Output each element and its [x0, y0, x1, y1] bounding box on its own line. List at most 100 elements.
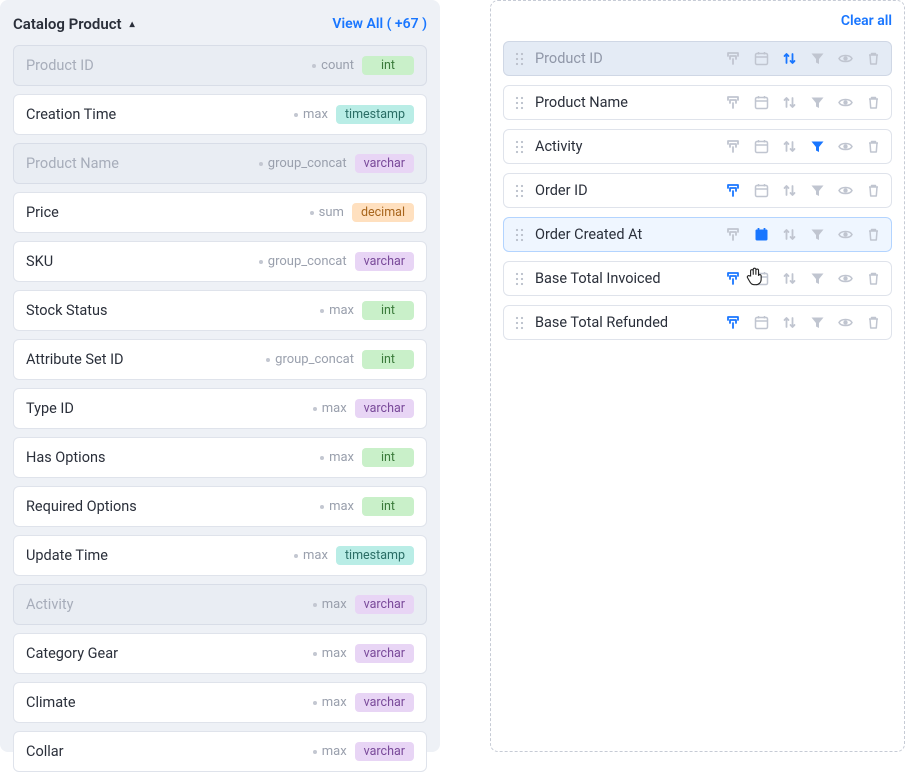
panel-title[interactable]: Catalog Product ▴ — [13, 15, 135, 33]
aggregate-icon[interactable] — [725, 315, 741, 331]
visibility-icon[interactable] — [837, 139, 853, 155]
delete-icon[interactable] — [865, 227, 881, 243]
view-all-link[interactable]: View All ( +67 ) — [332, 16, 427, 32]
calendar-icon[interactable] — [753, 95, 769, 111]
field-name: Climate — [26, 694, 313, 711]
filter-icon[interactable] — [809, 271, 825, 287]
aggregation-label: max — [313, 646, 347, 661]
calendar-icon[interactable] — [753, 227, 769, 243]
sort-icon[interactable] — [781, 51, 797, 67]
aggregate-icon[interactable] — [725, 51, 741, 67]
filter-icon[interactable] — [809, 183, 825, 199]
panel-title-text: Catalog Product — [13, 15, 122, 33]
drag-handle-icon[interactable] — [514, 96, 525, 110]
field-row[interactable]: Type IDmaxvarchar — [13, 388, 427, 429]
type-badge: int — [362, 301, 414, 320]
calendar-icon[interactable] — [753, 51, 769, 67]
selected-row[interactable]: Base Total Invoiced — [503, 261, 892, 296]
aggregate-icon[interactable] — [725, 227, 741, 243]
field-name: Attribute Set ID — [26, 351, 266, 368]
selected-row[interactable]: Base Total Refunded — [503, 305, 892, 340]
sort-icon[interactable] — [781, 95, 797, 111]
calendar-icon[interactable] — [753, 271, 769, 287]
aggregate-icon[interactable] — [725, 183, 741, 199]
field-row[interactable]: Category Gearmaxvarchar — [13, 633, 427, 674]
drag-handle-icon[interactable] — [514, 184, 525, 198]
visibility-icon[interactable] — [837, 227, 853, 243]
visibility-icon[interactable] — [837, 95, 853, 111]
selected-row[interactable]: Order ID — [503, 173, 892, 208]
aggregate-icon[interactable] — [725, 139, 741, 155]
delete-icon[interactable] — [865, 95, 881, 111]
calendar-icon[interactable] — [753, 315, 769, 331]
type-badge: int — [362, 350, 414, 369]
filter-icon[interactable] — [809, 51, 825, 67]
aggregation-label: max — [320, 450, 354, 465]
drag-handle-icon[interactable] — [514, 316, 525, 330]
drag-handle-icon[interactable] — [514, 140, 525, 154]
delete-icon[interactable] — [865, 51, 881, 67]
visibility-icon[interactable] — [837, 315, 853, 331]
clear-all-link[interactable]: Clear all — [841, 13, 892, 29]
selected-field-name: Activity — [535, 138, 715, 155]
sort-icon[interactable] — [781, 183, 797, 199]
field-row[interactable]: Climatemaxvarchar — [13, 682, 427, 723]
type-badge: int — [362, 448, 414, 467]
drag-handle-icon[interactable] — [514, 272, 525, 286]
field-row[interactable]: Has Optionsmaxint — [13, 437, 427, 478]
type-badge: varchar — [355, 595, 414, 614]
visibility-icon[interactable] — [837, 183, 853, 199]
field-row[interactable]: Required Optionsmaxint — [13, 486, 427, 527]
field-name: Price — [26, 204, 310, 221]
field-row[interactable]: Stock Statusmaxint — [13, 290, 427, 331]
delete-icon[interactable] — [865, 183, 881, 199]
sort-icon[interactable] — [781, 315, 797, 331]
field-name: Type ID — [26, 400, 313, 417]
field-row[interactable]: Activitymaxvarchar — [13, 584, 427, 625]
delete-icon[interactable] — [865, 139, 881, 155]
icon-row — [725, 95, 881, 111]
sort-icon[interactable] — [781, 227, 797, 243]
field-name: Update Time — [26, 547, 294, 564]
icon-row — [725, 183, 881, 199]
field-row[interactable]: Product IDcountint — [13, 45, 427, 86]
drag-handle-icon[interactable] — [514, 52, 525, 66]
filter-icon[interactable] — [809, 227, 825, 243]
aggregation-label: max — [320, 303, 354, 318]
field-name: Product Name — [26, 155, 259, 172]
calendar-icon[interactable] — [753, 183, 769, 199]
delete-icon[interactable] — [865, 271, 881, 287]
aggregation-label: group_concat — [259, 156, 347, 171]
delete-icon[interactable] — [865, 315, 881, 331]
field-row[interactable]: SKUgroup_concatvarchar — [13, 241, 427, 282]
filter-icon[interactable] — [809, 95, 825, 111]
selected-field-name: Base Total Refunded — [535, 314, 715, 331]
field-row[interactable]: Attribute Set IDgroup_concatint — [13, 339, 427, 380]
aggregation-label: max — [313, 597, 347, 612]
type-badge: timestamp — [336, 105, 414, 124]
selected-row[interactable]: Product ID — [503, 41, 892, 76]
icon-row — [725, 227, 881, 243]
visibility-icon[interactable] — [837, 51, 853, 67]
filter-icon[interactable] — [809, 315, 825, 331]
field-row[interactable]: Product Namegroup_concatvarchar — [13, 143, 427, 184]
aggregate-icon[interactable] — [725, 271, 741, 287]
selected-row[interactable]: Order Created At — [503, 217, 892, 252]
selected-fields-panel: Clear all Product ID Product Name Activity… — [490, 0, 905, 752]
calendar-icon[interactable] — [753, 139, 769, 155]
field-name: SKU — [26, 253, 259, 270]
aggregate-icon[interactable] — [725, 95, 741, 111]
sort-icon[interactable] — [781, 139, 797, 155]
aggregation-label: group_concat — [259, 254, 347, 269]
field-row[interactable]: Update Timemaxtimestamp — [13, 535, 427, 576]
field-row[interactable]: Pricesumdecimal — [13, 192, 427, 233]
selected-row[interactable]: Product Name — [503, 85, 892, 120]
sort-icon[interactable] — [781, 271, 797, 287]
visibility-icon[interactable] — [837, 271, 853, 287]
type-badge: int — [362, 497, 414, 516]
selected-row[interactable]: Activity — [503, 129, 892, 164]
drag-handle-icon[interactable] — [514, 228, 525, 242]
filter-icon[interactable] — [809, 139, 825, 155]
field-name: Category Gear — [26, 645, 313, 662]
field-row[interactable]: Creation Timemaxtimestamp — [13, 94, 427, 135]
